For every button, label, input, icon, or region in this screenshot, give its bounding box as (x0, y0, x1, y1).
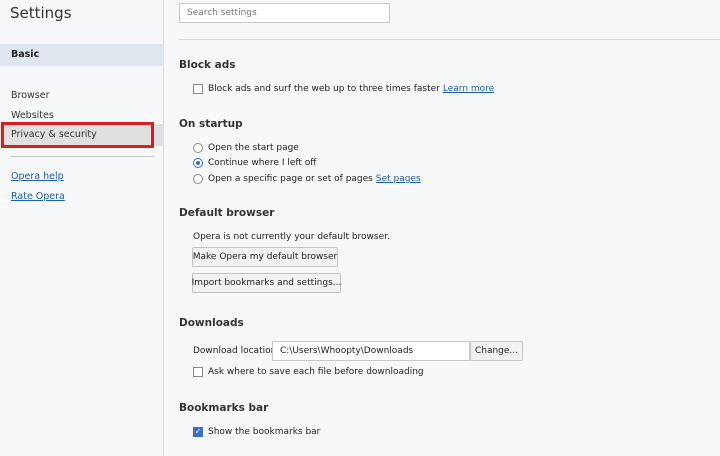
section-title-on-startup: On startup (179, 118, 243, 130)
opera-help-link[interactable]: Opera help (11, 171, 64, 182)
import-bookmarks-button[interactable]: Import bookmarks and settings... (192, 273, 341, 293)
show-bookmarks-label: Show the bookmarks bar (208, 427, 321, 437)
ask-save-row: Ask where to save each file before downl… (193, 367, 424, 377)
sidebar-divider (10, 156, 154, 157)
startup-option-start-page[interactable]: Open the start page (193, 143, 299, 153)
highlight-annotation-box (1, 122, 154, 148)
show-bookmarks-checkbox[interactable]: ✓ (193, 427, 203, 437)
default-browser-status: Opera is not currently your default brow… (193, 232, 390, 242)
specific-pages-radio[interactable] (193, 174, 203, 184)
block-ads-row: Block ads and surf the web up to three t… (193, 84, 494, 94)
specific-pages-label: Open a specific page or set of pages (208, 174, 373, 184)
set-pages-link[interactable]: Set pages (376, 174, 421, 184)
ask-save-checkbox[interactable] (193, 367, 203, 377)
sidebar-item-basic[interactable]: Basic (0, 44, 164, 66)
change-location-button[interactable]: Change... (470, 341, 523, 361)
download-location-field[interactable]: C:\Users\Whoopty\Downloads (272, 341, 470, 361)
learn-more-link[interactable]: Learn more (443, 84, 494, 94)
sidebar-item-websites[interactable]: Websites (11, 110, 54, 121)
sidebar-item-browser[interactable]: Browser (11, 90, 50, 101)
continue-label: Continue where I left off (208, 158, 317, 168)
show-bookmarks-row: ✓ Show the bookmarks bar (193, 427, 320, 437)
section-title-bookmarks-bar: Bookmarks bar (179, 402, 269, 414)
header-divider (179, 39, 720, 40)
continue-radio[interactable] (193, 158, 203, 168)
start-page-radio[interactable] (193, 143, 203, 153)
section-title-default-browser: Default browser (179, 207, 275, 219)
startup-option-specific-pages[interactable]: Open a specific page or set of pages Set… (193, 174, 421, 184)
download-location-label: Download location: (193, 346, 280, 356)
rate-opera-link[interactable]: Rate Opera (11, 191, 65, 202)
start-page-label: Open the start page (208, 143, 299, 153)
ask-save-label: Ask where to save each file before downl… (208, 367, 424, 377)
section-title-downloads: Downloads (179, 317, 244, 329)
app-title: Settings (10, 4, 72, 22)
search-input[interactable] (179, 3, 390, 23)
block-ads-checkbox[interactable] (193, 84, 203, 94)
section-title-block-ads: Block ads (179, 59, 236, 71)
make-default-button[interactable]: Make Opera my default browser (192, 247, 338, 267)
block-ads-label: Block ads and surf the web up to three t… (208, 84, 440, 94)
sidebar: Settings Basic Browser Websites Privacy … (0, 0, 164, 456)
startup-option-continue[interactable]: Continue where I left off (193, 158, 317, 168)
